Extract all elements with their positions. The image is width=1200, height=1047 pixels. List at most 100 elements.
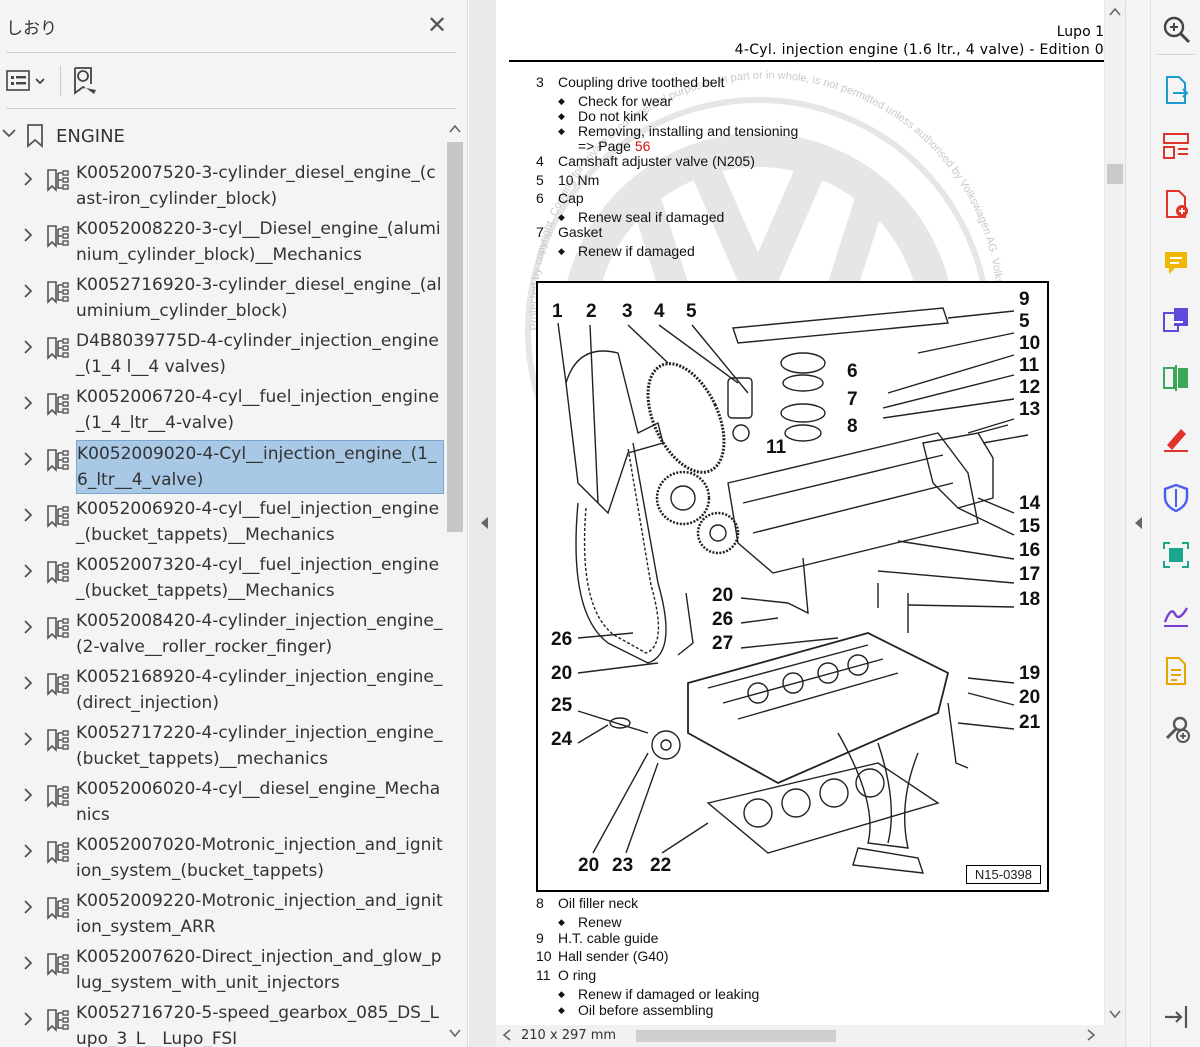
chevron-down-icon[interactable] [1108,1008,1122,1020]
pdf-page: Protected by copyright. Copying for priv… [496,0,1104,1025]
chevron-right-icon[interactable] [22,732,34,746]
chevron-right-icon[interactable] [1086,1029,1096,1041]
bookmarks-title: しおり [6,19,57,39]
chevron-right-icon[interactable] [22,788,34,802]
bookmark-label: K0052006920-4-cyl__fuel_injection_engine… [76,499,440,545]
scan-ocr-tool-button[interactable] [1161,540,1191,570]
item-number: 6 [536,190,544,207]
request-signature-tool-button[interactable] [1161,598,1191,628]
bullet-item: Renew seal if damaged [558,209,724,225]
bookmark-label: K0052716920-3-cylinder_diesel_engine_(al… [76,275,442,321]
chevron-up-icon[interactable] [1108,6,1122,18]
chevron-down-icon[interactable] [448,1026,462,1040]
expand-panel-tool-button[interactable] [1161,1002,1191,1032]
organize-pages-tool-button[interactable] [1161,131,1191,161]
chevron-right-icon[interactable] [22,1012,34,1026]
page-link[interactable]: 56 [635,138,651,154]
bookmark-search-icon [74,67,96,95]
bookmark-item[interactable]: K0052007520-3-cylinder_diesel_engine_(ca… [0,160,444,216]
bookmark-item[interactable]: K0052007320-4-cyl__fuel_injection_engine… [0,552,444,608]
diagram-callout: 22 [650,855,672,876]
comment-tool-button[interactable] [1161,248,1191,278]
bookmark-item[interactable]: K0052006920-4-cyl__fuel_injection_engine… [0,496,444,552]
bookmark-item[interactable]: K0052008420-4-cylinder_injection_engine_… [0,608,444,664]
bookmark-root[interactable]: ENGINE [0,120,444,150]
bookmark-item[interactable]: K0052716720-5-speed_gearbox_085_DS_Lupo_… [0,1000,444,1047]
item-text: Camshaft adjuster valve (N205) [558,153,755,170]
bookmark-item[interactable]: K0052717220-4-cylinder_injection_engine_… [0,720,444,776]
chevron-left-icon[interactable] [502,1029,512,1041]
chevron-right-icon[interactable] [22,844,34,858]
edit-pdf-tool-button[interactable] [1161,656,1191,686]
figure-id: N15-0398 [965,865,1041,884]
item-text: O ring [558,967,597,984]
bookmark-item[interactable]: K0052007620-Direct_injection_and_glow_pl… [0,944,444,1000]
horizontal-scroll-thumb[interactable] [636,1030,836,1042]
bookmark-item[interactable]: K0052168920-4-cylinder_injection_engine_… [0,664,444,720]
bullet-item: Renew [558,914,621,930]
chevron-right-icon[interactable] [22,284,34,298]
fill-sign-tool-button[interactable] [1161,423,1191,453]
chevron-down-icon[interactable] [2,126,16,140]
scroll-thumb[interactable] [447,142,463,532]
bookmark-tree-icon [47,897,69,920]
diagram-callout: 16 [1019,540,1041,561]
bookmark-item[interactable]: K0052006020-4-cyl__diesel_engine_Mechani… [0,776,444,832]
diagram-callout: 4 [654,301,665,322]
close-panel-button[interactable]: ✕ [424,12,450,38]
reference-prefix: => Page [578,138,631,155]
collapse-right-icon[interactable] [1133,516,1143,530]
chevron-right-icon[interactable] [22,956,34,970]
find-bookmark-button[interactable] [72,66,100,96]
bookmark-tree-icon [47,449,69,472]
item-number: 5 [536,171,544,188]
scroll-thumb[interactable] [1107,164,1123,184]
bookmark-item[interactable]: K0052008220-3-cyl__Diesel_engine_(alumin… [0,216,444,272]
chevron-up-icon[interactable] [448,122,462,136]
diagram-callout: 14 [1019,493,1041,514]
item-number: 7 [536,224,544,240]
protect-tool-button[interactable] [1161,483,1191,513]
chevron-right-icon[interactable] [22,396,34,410]
item-text: H.T. cable guide [558,929,659,946]
bookmark-item[interactable]: K0052716920-3-cylinder_diesel_engine_(al… [0,272,444,328]
combine-files-tool-button[interactable] [1161,305,1191,335]
bookmarks-scrollbar[interactable] [444,116,466,1047]
bookmark-item[interactable]: K0052009220-Motronic_injection_and_ignit… [0,888,444,944]
chevron-right-icon[interactable] [22,676,34,690]
chevron-right-icon[interactable] [22,228,34,242]
bookmark-item[interactable]: K0052006720-4-cyl__fuel_injection_engine… [0,384,444,440]
bookmark-label: K0052009220-Motronic_injection_and_ignit… [76,891,443,937]
chevron-right-icon[interactable] [22,564,34,578]
bookmark-tree: ENGINE K0052007520-3-cylinder_diesel_eng… [0,116,444,1047]
bookmark-label: K0052008220-3-cyl__Diesel_engine_(alumin… [76,219,441,265]
organize-pages-icon [1163,133,1189,159]
list-item: 4 Camshaft adjuster valve (N205) [536,153,755,169]
more-tools-tool-button[interactable] [1161,714,1191,744]
bookmark-item[interactable]: D4B8039775D-4-cylinder_injection_engine_… [0,328,444,384]
chevron-right-icon[interactable] [22,340,34,354]
chevron-right-icon[interactable] [22,452,34,466]
item-number: 11 [536,967,551,984]
collapse-left-icon[interactable] [479,516,489,530]
item-number: 10 [536,948,552,965]
bookmark-label: K0052168920-4-cylinder_injection_engine_… [76,667,443,713]
compare-files-tool-button[interactable] [1161,363,1191,393]
compare-files-icon [1163,365,1188,391]
document-scrollbar[interactable] [1105,0,1125,1025]
bookmark-tree-icon [47,337,69,360]
item-text: Cap [558,190,584,207]
export-pdf-tool-button[interactable] [1161,75,1191,105]
bookmark-options-button[interactable] [6,68,50,96]
chevron-right-icon[interactable] [22,620,34,634]
zoom-tool-button[interactable] [1161,14,1191,44]
divider [6,108,456,109]
item-text: Coupling drive toothed belt [558,74,725,90]
chevron-right-icon[interactable] [22,508,34,522]
diagram-callout: 2 [586,301,597,322]
bookmark-item[interactable]: K0052007020-Motronic_injection_and_ignit… [0,832,444,888]
bookmark-item[interactable]: K0052009020-4-Cyl__injection_engine_(1_6… [0,440,444,496]
create-pdf-tool-button[interactable] [1161,189,1191,219]
chevron-right-icon[interactable] [22,900,34,914]
chevron-right-icon[interactable] [22,172,34,186]
